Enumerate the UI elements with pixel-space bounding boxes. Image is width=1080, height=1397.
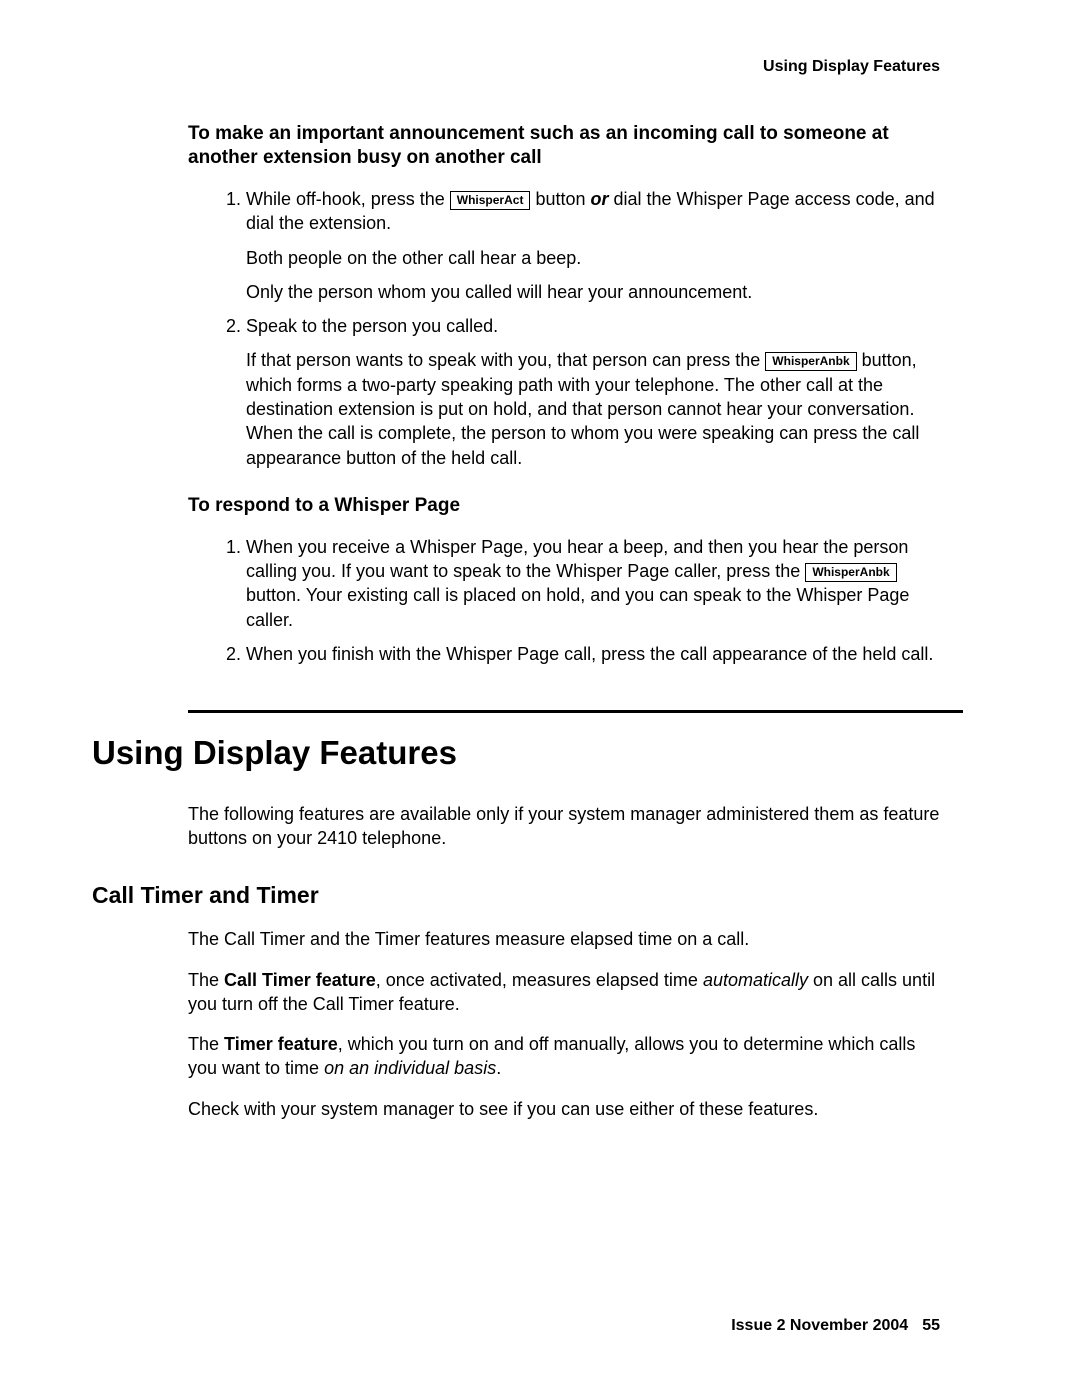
- step-text: If that person wants to speak with you, …: [246, 350, 765, 370]
- text: The: [188, 1034, 224, 1054]
- horizontal-rule: [188, 710, 963, 713]
- step-text: button. Your existing call is placed on …: [246, 585, 909, 629]
- step-1: While off-hook, press the WhisperAct but…: [246, 187, 940, 304]
- paragraph: Check with your system manager to see if…: [188, 1097, 940, 1121]
- section-title-announcement: To make an important announcement such a…: [188, 122, 940, 171]
- step-paragraph: Both people on the other call hear a bee…: [246, 246, 940, 270]
- footer-issue: Issue 2 November 2004: [731, 1317, 908, 1334]
- step-text: While off-hook, press the: [246, 189, 450, 209]
- steps-list-respond: When you receive a Whisper Page, you hea…: [188, 535, 940, 666]
- footer-page-number: 55: [922, 1317, 940, 1334]
- paragraph: The Timer feature, which you turn on and…: [188, 1032, 940, 1081]
- content-block: The following features are available onl…: [188, 802, 940, 851]
- step-paragraph: If that person wants to speak with you, …: [246, 348, 940, 469]
- text: The: [188, 970, 224, 990]
- chapter-heading: Using Display Features: [92, 731, 940, 776]
- page-footer: Issue 2 November 2004 55: [731, 1315, 940, 1337]
- text: .: [496, 1058, 501, 1078]
- italic-automatically: automatically: [703, 970, 808, 990]
- step-text: Speak to the person you called.: [246, 316, 498, 336]
- step-paragraph: Only the person whom you called will hea…: [246, 280, 940, 304]
- section-title-respond: To respond to a Whisper Page: [188, 494, 940, 519]
- step-2: When you finish with the Whisper Page ca…: [246, 642, 940, 666]
- text: , once activated, measures elapsed time: [376, 970, 703, 990]
- intro-paragraph: The following features are available onl…: [188, 802, 940, 851]
- step-2: Speak to the person you called. If that …: [246, 314, 940, 470]
- paragraph: The Call Timer feature, once activated, …: [188, 968, 940, 1017]
- paragraph: The Call Timer and the Timer features me…: [188, 927, 940, 951]
- steps-list-announcement: While off-hook, press the WhisperAct but…: [188, 187, 940, 470]
- bold-timer-feature: Timer feature: [224, 1034, 338, 1054]
- step-1: When you receive a Whisper Page, you hea…: [246, 535, 940, 632]
- content-block: The Call Timer and the Timer features me…: [188, 927, 940, 1121]
- whisperanbk-button-label: WhisperAnbk: [805, 563, 896, 582]
- content-block: To make an important announcement such a…: [188, 122, 940, 714]
- bold-call-timer-feature: Call Timer feature: [224, 970, 376, 990]
- document-page: Using Display Features To make an import…: [0, 0, 1080, 1397]
- whisperanbk-button-label: WhisperAnbk: [765, 352, 856, 371]
- subsection-heading: Call Timer and Timer: [92, 880, 940, 911]
- emphasis-or: or: [591, 189, 609, 209]
- whisperact-button-label: WhisperAct: [450, 191, 531, 210]
- step-text: When you finish with the Whisper Page ca…: [246, 644, 933, 664]
- italic-individual-basis: on an individual basis: [324, 1058, 496, 1078]
- running-header: Using Display Features: [140, 56, 940, 78]
- step-text: button: [530, 189, 590, 209]
